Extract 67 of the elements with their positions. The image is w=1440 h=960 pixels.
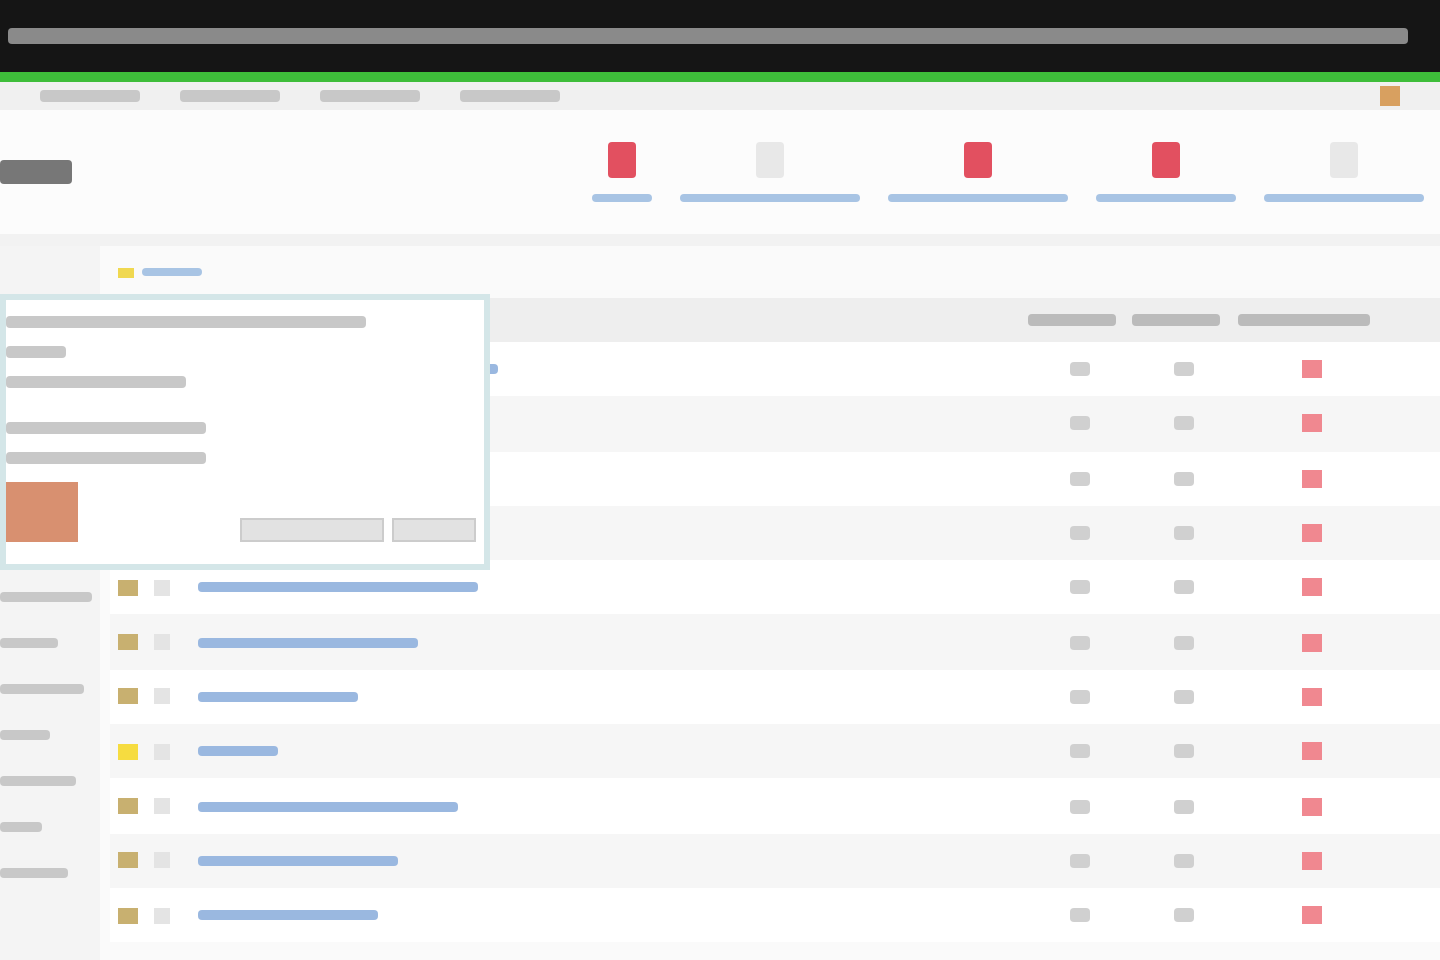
illegible-text [0, 822, 42, 832]
status-icon[interactable] [1301, 742, 1321, 761]
illegible-number [1174, 853, 1194, 868]
illegible-number [1174, 799, 1194, 814]
illegible-number [1174, 908, 1194, 923]
illegible-number [1070, 416, 1090, 431]
status-icon[interactable] [1301, 906, 1321, 925]
illegible-link[interactable] [198, 855, 398, 866]
illegible-number [1070, 471, 1090, 486]
menu-item[interactable] [320, 90, 420, 102]
illegible-number [1070, 689, 1090, 704]
illegible-text [0, 730, 50, 740]
illegible-text [0, 638, 58, 648]
status-icon[interactable] [1301, 633, 1321, 652]
status-icon[interactable] [1301, 578, 1321, 597]
folder-icon [118, 267, 134, 277]
checkbox[interactable] [154, 907, 170, 924]
illegible-heading [0, 160, 72, 184]
status-icon[interactable] [1301, 687, 1321, 706]
status-icon[interactable] [1301, 797, 1321, 816]
status-icon[interactable] [1301, 851, 1321, 870]
illegible-number [1174, 580, 1194, 595]
illegible-text [0, 776, 76, 786]
menu-item[interactable] [180, 90, 280, 102]
illegible-link[interactable] [198, 746, 278, 757]
status-icon[interactable] [1301, 414, 1321, 433]
illegible-link[interactable] [198, 691, 358, 702]
illegible-link[interactable] [198, 582, 478, 593]
illegible-text [0, 684, 84, 694]
checkbox[interactable] [154, 798, 170, 815]
illegible-number [1070, 635, 1090, 650]
illegible-text [0, 868, 68, 878]
tooltip-button[interactable] [240, 518, 384, 542]
illegible-number [1070, 908, 1090, 923]
toolbar-button[interactable] [592, 142, 652, 202]
tooltip-button[interactable] [392, 518, 476, 542]
illegible-number [1174, 526, 1194, 541]
illegible-number [1174, 635, 1194, 650]
illegible-link[interactable] [198, 637, 418, 648]
checkbox[interactable] [154, 688, 170, 705]
illegible-number [1174, 362, 1194, 377]
illegible-number [1174, 471, 1194, 486]
illegible-number [1070, 580, 1090, 595]
menu-item[interactable] [460, 90, 560, 102]
illegible-number [1070, 853, 1090, 868]
illegible-number [1174, 416, 1194, 431]
illegible-number [1070, 799, 1090, 814]
illegible-link[interactable] [198, 801, 458, 812]
toolbar-button[interactable] [1264, 142, 1424, 202]
illegible-number [1174, 744, 1194, 759]
toolbar-button[interactable] [1096, 142, 1236, 202]
toolbar-button[interactable] [680, 142, 860, 202]
illegible-number [1070, 362, 1090, 377]
illegible-link[interactable] [198, 910, 378, 921]
status-icon[interactable] [1301, 360, 1321, 379]
photo-placeholder [6, 482, 78, 542]
checkbox[interactable] [154, 579, 170, 596]
menu-item[interactable] [40, 90, 140, 102]
status-icon[interactable] [1301, 524, 1321, 543]
illegible-number [1070, 744, 1090, 759]
illegible-text [0, 592, 92, 602]
breadcrumb-link[interactable] [142, 268, 202, 276]
illegible-number [1070, 526, 1090, 541]
toolbar-button[interactable] [888, 142, 1068, 202]
illegible-text [6, 346, 66, 358]
status-icon[interactable] [1301, 469, 1321, 488]
illegible-number [1174, 689, 1194, 704]
